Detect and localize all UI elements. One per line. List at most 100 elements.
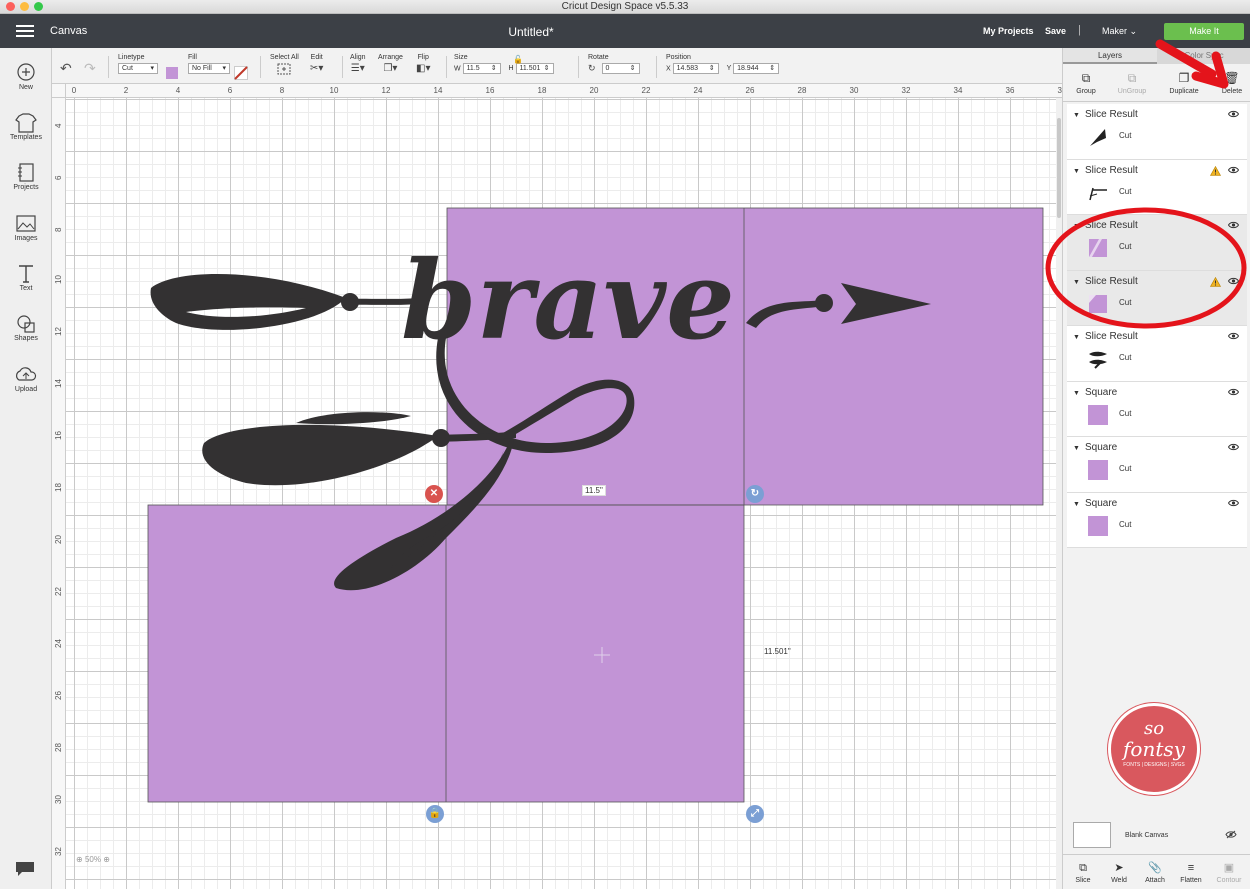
vertical-ruler: 4 6 8 10 12 14 16 18 20 22 24 26 28 30 32 [52, 98, 66, 889]
x-position-input[interactable]: 14.583 ⇕ [672, 63, 719, 74]
expand-caret-icon[interactable]: ▼ [1073, 334, 1080, 341]
align-menu-button[interactable]: Align ☰▾ [350, 54, 366, 74]
my-projects-link[interactable]: My Projects [983, 26, 1034, 36]
group-button[interactable]: ⧉ Group [1063, 68, 1109, 95]
weld-icon: ➤ [1114, 862, 1124, 874]
document-title: Untitled* [508, 25, 554, 39]
sidebar-item-new[interactable]: New [0, 62, 52, 91]
attach-button[interactable]: 📎 Attach [1137, 859, 1173, 884]
flatten-button[interactable]: ≡ Flatten [1173, 859, 1209, 884]
layer-thumbnail[interactable] [1087, 293, 1109, 315]
blank-canvas-row[interactable]: Blank Canvas [1067, 820, 1247, 854]
height-input[interactable]: 11.501 ⇕ [515, 63, 554, 74]
fill-select[interactable]: No Fill ▾ [188, 63, 230, 74]
eye-icon[interactable] [1228, 332, 1239, 340]
blank-canvas-swatch[interactable] [1073, 822, 1111, 848]
sidebar-item-shapes[interactable]: Shapes [0, 313, 52, 342]
eye-icon[interactable] [1228, 499, 1239, 507]
redo-icon[interactable]: ↷ [84, 60, 96, 77]
expand-caret-icon[interactable]: ▼ [1073, 445, 1080, 452]
zoom-window-button[interactable] [34, 2, 43, 11]
save-button[interactable]: Save [1045, 26, 1066, 36]
slice-button[interactable]: ⧉ Slice [1065, 859, 1101, 884]
sidebar-item-templates[interactable]: Templates [0, 112, 52, 141]
undo-icon[interactable]: ↶ [60, 60, 72, 77]
layer-thumbnail[interactable] [1087, 404, 1109, 426]
warning-icon[interactable] [1210, 276, 1221, 287]
delete-handle-icon[interactable]: ✕ [425, 485, 443, 503]
eye-hidden-icon[interactable] [1225, 830, 1237, 839]
sidebar-item-upload[interactable]: Upload [0, 364, 52, 393]
eye-icon[interactable] [1228, 443, 1239, 451]
rotate-input[interactable]: 0 ⇕ [601, 63, 640, 74]
minimize-window-button[interactable] [20, 2, 29, 11]
layer-thumbnail[interactable] [1087, 237, 1109, 259]
eye-icon[interactable] [1228, 388, 1239, 396]
layer-row[interactable]: ▼ Slice Result Cut [1067, 104, 1247, 160]
expand-caret-icon[interactable]: ▼ [1073, 390, 1080, 397]
lock-icon[interactable]: 🔓 [513, 55, 523, 64]
eye-icon[interactable] [1228, 277, 1239, 285]
expand-caret-icon[interactable]: ▼ [1073, 112, 1080, 119]
layer-thumbnail[interactable] [1087, 515, 1109, 537]
rotate-handle-icon[interactable]: ↻ [746, 485, 764, 503]
flip-menu-button[interactable]: Flip ◧▾ [416, 54, 430, 74]
eye-icon[interactable] [1228, 166, 1239, 174]
eye-icon[interactable] [1228, 110, 1239, 118]
layer-thumbnail[interactable] [1087, 126, 1109, 148]
select-all-button[interactable]: Select All [270, 54, 299, 77]
no-fill-swatch-icon[interactable] [234, 66, 248, 80]
design-canvas[interactable]: brave 11.5" 11.501" ✕ ↻ 🔒 ⤢ [66, 98, 1056, 889]
close-window-button[interactable] [6, 2, 15, 11]
tab-layers[interactable]: Layers [1063, 48, 1157, 64]
linetype-select[interactable]: Cut ▾ [118, 63, 158, 74]
eye-icon[interactable] [1228, 221, 1239, 229]
layer-thumbnail[interactable] [1087, 182, 1109, 204]
layer-operation: Cut [1119, 464, 1132, 473]
contour-button[interactable]: ▣ Contour [1211, 859, 1247, 884]
layer-row[interactable]: ▼ Slice Result Cut [1067, 326, 1247, 382]
layer-row[interactable]: ▼ Square Cut [1067, 492, 1247, 548]
linetype-color-swatch[interactable] [166, 67, 178, 79]
layer-thumbnail[interactable] [1087, 459, 1109, 481]
chevron-down-icon: ⌄ [1129, 26, 1138, 36]
resize-handle-icon[interactable]: ⤢ [746, 805, 764, 823]
delete-button[interactable]: 🗑 Delete [1209, 68, 1250, 95]
ruler-tick-label: 0 [71, 86, 77, 95]
sidebar-item-projects[interactable]: Projects [0, 162, 52, 191]
duplicate-button[interactable]: ❐ Duplicate [1161, 68, 1207, 95]
layer-row[interactable]: ▼ Slice Result Cut [1067, 270, 1247, 326]
ruler-tick-label: 26 [745, 86, 755, 95]
ungroup-button[interactable]: ⧉ UnGroup [1109, 68, 1155, 95]
chat-bubble-icon[interactable] [14, 860, 36, 878]
ruler-tick-label: 22 [54, 587, 63, 596]
y-position-input[interactable]: 18.944 ⇕ [733, 63, 780, 74]
machine-select[interactable]: Maker ⌄ [1102, 26, 1137, 37]
lock-handle-icon[interactable]: 🔒 [426, 805, 444, 823]
expand-caret-icon[interactable]: ▼ [1073, 168, 1080, 175]
expand-caret-icon[interactable]: ▼ [1073, 223, 1080, 230]
arrange-menu-button[interactable]: Arrange ❐▾ [378, 54, 403, 74]
bottom-actions: ⧉ Slice ➤ Weld 📎 Attach ≡ Flatten ▣ Contour [1063, 854, 1250, 889]
layer-row[interactable]: ▼ Square Cut [1067, 437, 1247, 493]
width-input[interactable]: 11.5 ⇕ [462, 63, 501, 74]
expand-caret-icon[interactable]: ▼ [1073, 279, 1080, 286]
layer-row[interactable]: ▼ Square Cut [1067, 381, 1247, 437]
zoom-control[interactable]: ⊕ 50% ⊕ [76, 855, 110, 864]
edit-menu-button[interactable]: Edit ✂▾ [310, 54, 323, 74]
zoom-in-icon[interactable]: ⊕ [103, 855, 110, 864]
sidebar-item-images[interactable]: Images [0, 213, 52, 242]
zoom-out-icon[interactable]: ⊕ [76, 855, 83, 864]
layer-row[interactable]: ▼ Slice Result Cut [1067, 159, 1247, 215]
layer-row[interactable]: ▼ Slice Result Cut [1067, 215, 1247, 271]
sidebar-item-text[interactable]: Text [0, 263, 52, 292]
layer-thumbnail[interactable] [1087, 348, 1109, 370]
ruler-tick-label: 4 [175, 86, 181, 95]
weld-button[interactable]: ➤ Weld [1101, 859, 1137, 884]
warning-icon[interactable] [1210, 165, 1221, 176]
ruler-tick-label: 32 [54, 847, 63, 856]
make-it-button[interactable]: Make It [1164, 23, 1244, 40]
expand-caret-icon[interactable]: ▼ [1073, 501, 1080, 508]
group-icon: ⧉ [1081, 71, 1091, 85]
tab-color-sync[interactable]: Color Sync [1157, 48, 1250, 64]
